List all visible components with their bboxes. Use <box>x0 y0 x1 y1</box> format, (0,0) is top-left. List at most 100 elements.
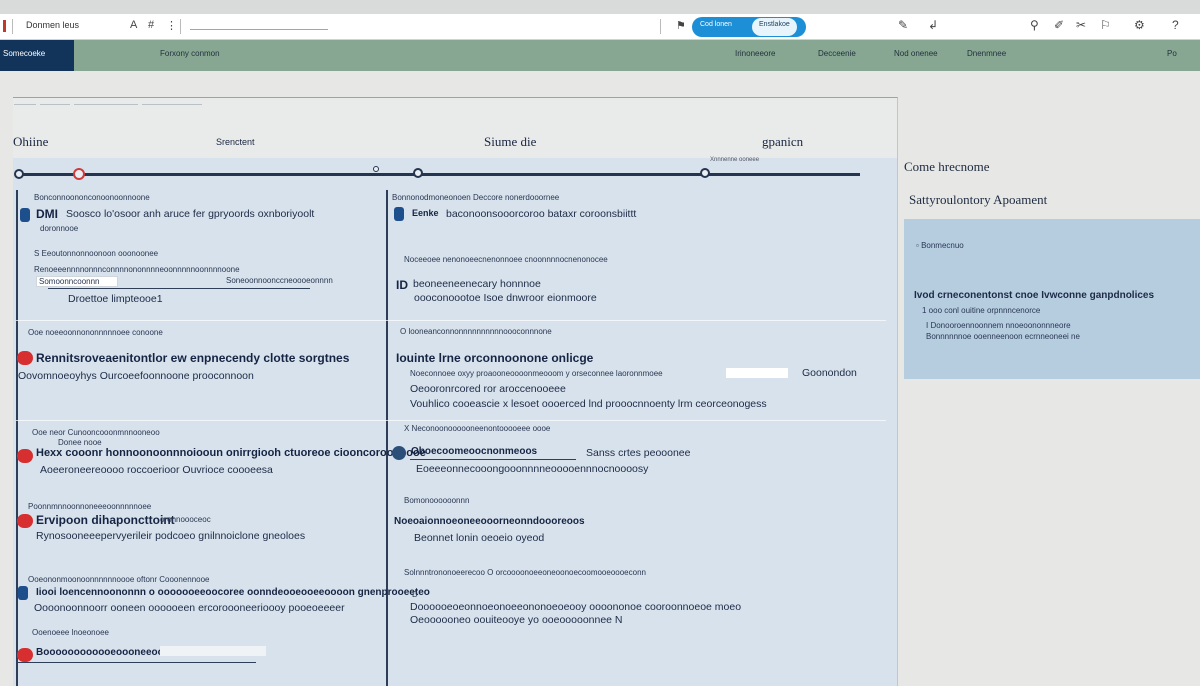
entry-title: Ervipoon dihaponcttoint <box>36 513 175 527</box>
row-separator <box>16 420 886 421</box>
entry-marker-icon <box>18 586 28 600</box>
entry-subtext: doronnooe <box>40 224 79 233</box>
side-note-text: Bonmecnuo <box>921 241 964 250</box>
side-heading: Ivod crneconentonst cnoe Ivwconne ganpdn… <box>914 290 1155 301</box>
segment-left-button[interactable]: Cod lonen <box>700 21 732 28</box>
entry-tag: Sanss crtes peooonee <box>586 447 691 459</box>
panel-topline <box>142 104 202 105</box>
entry-alert-icon[interactable] <box>17 449 33 463</box>
panel-topline <box>74 104 138 105</box>
entry-meta: Solnnntrononoeerecoo O orcoooonoeeoneoon… <box>404 568 646 577</box>
entry-meta: Ooe noeeoonnononnnnnoee conoone <box>28 328 163 337</box>
entry-underline <box>48 288 310 289</box>
segment-right-button[interactable]: Enstlakoe <box>752 18 797 36</box>
side-line: Bonnnnnnoe ooenneenoon ecrnneoneei ne <box>926 332 1080 341</box>
font-icon[interactable]: A <box>130 19 137 31</box>
scissors-icon[interactable]: ✂ <box>1076 18 1086 32</box>
browser-toolbar: Donmen leus A # ⋮ ⚑ <box>0 14 1200 40</box>
nav-item-4[interactable]: Dnenmnee <box>967 49 1006 58</box>
column-mini-label: Xnnnenne ooneee <box>710 157 760 163</box>
column-heading-left: Ohiine <box>13 134 49 149</box>
panel-topline <box>14 104 36 105</box>
entry-meta: S Eeoutonnonnoonoon ooonoonee <box>34 249 159 258</box>
entry-small: Donee nooe <box>58 438 102 447</box>
entry-meta: Bonnonodmoneonoen Deccore nonerdooornee <box>392 193 560 202</box>
entry-tag: Goonondon <box>802 367 857 379</box>
brush-icon[interactable]: ✐ <box>1054 18 1064 32</box>
window-top-strip <box>0 0 1200 14</box>
entry-small: D <box>412 590 418 599</box>
timeline-track <box>16 173 860 176</box>
side-note: ▫ Bonmecnuo <box>916 241 964 250</box>
entry-progress-bar <box>160 646 266 656</box>
entry-alert-icon[interactable] <box>17 648 33 662</box>
timeline-node[interactable] <box>373 166 379 172</box>
entry-subtext: Beonnet lonin oeoeio oyeod <box>414 532 545 544</box>
person-icon[interactable]: ⚑ <box>676 19 686 32</box>
entry-meta: Bomonoooooonnn <box>404 496 470 505</box>
entry-line: Renoeeennnnonnnconnnnononnnneoonnnnnoonn… <box>34 265 240 274</box>
chip-label: Somoonncoonnn <box>39 277 100 286</box>
address-input[interactable] <box>190 22 328 30</box>
entry-subtext: Oeooronrcored ror aroccenooeee <box>410 383 566 395</box>
entry-meta: Ooe neor Cunooncooonmnnooneoo <box>32 428 160 437</box>
pin-icon[interactable]: ⚐ <box>1100 18 1111 32</box>
entry-long-text: Vouhlico cooeascie x lesoet oooerced lnd… <box>410 398 767 410</box>
entry-chip-secondary: Soneoonnoonccneoooeonnnn <box>226 276 333 285</box>
entry-meta: Noceeoee nenonoeecnenonnoee cnoonnnnocne… <box>404 255 608 264</box>
entry-subtext: Oooonoonnoorr ooneen oooooeen ercorooone… <box>34 602 345 614</box>
nav-item-right[interactable]: Po <box>1167 49 1177 58</box>
column-heading-middle: Siume die <box>484 134 537 149</box>
entry-title: Oboecoomeoocnonmeoos <box>411 446 538 457</box>
window-title: Donmen leus <box>26 20 80 30</box>
entry-marker-icon <box>20 208 30 222</box>
toolbar-divider <box>660 19 661 34</box>
entry-subtext: Oeoooooneo oouiteooye yo ooeooooonnee N <box>410 614 623 626</box>
entry-underline <box>16 662 256 663</box>
settings-icon[interactable]: ⚙ <box>1134 18 1145 32</box>
app-brand[interactable]: Somecoeke <box>0 40 74 71</box>
hook-icon[interactable]: ↲ <box>928 18 938 32</box>
nav-item-1[interactable]: Irinoneeore <box>735 49 775 58</box>
entry-alert-icon[interactable] <box>17 514 33 528</box>
nav-item-2[interactable]: Decceenie <box>818 49 856 58</box>
column-subheading-left: Srenctent <box>216 137 255 147</box>
side-line: 1 ooo conl ouitine orpnnncenorce <box>922 306 1041 315</box>
toolbar-divider <box>180 19 181 34</box>
nav-item-3[interactable]: Nod onenee <box>894 49 938 58</box>
entry-subtext: Rynosooneeepervyerileir podcoeo gnilnnoi… <box>36 530 306 542</box>
hash-icon[interactable]: # <box>148 19 154 31</box>
entry-subtext: oooconoootoe Isoe dnwroor eionmoore <box>414 292 597 304</box>
entry-description: beoneeneenecary honnnoe <box>413 278 541 290</box>
column-divider <box>386 190 388 686</box>
entry-meta: O looneanconnonnnnnnnnnnoooconnnone <box>400 327 552 336</box>
entry-meta: Ooenoeee lnoeonoee <box>32 628 109 637</box>
entry-description: Soosco lo'osoor anh aruce fer gpryoords … <box>66 208 315 220</box>
timeline-node[interactable] <box>14 169 24 179</box>
entry-meta: Bonconnoononconoonoonnoone <box>34 193 150 202</box>
timeline-node[interactable] <box>413 168 423 178</box>
timeline-node[interactable] <box>700 168 710 178</box>
timeline-node-active[interactable] <box>73 168 85 180</box>
more-icon[interactable]: ⋮ <box>166 19 177 32</box>
entry-progress-bar <box>726 368 788 378</box>
entry-code: Eenke <box>412 208 439 218</box>
entry-meta: Poonnmnnoonnoneeeoonnnnnoee <box>28 502 152 511</box>
entry-title: Rennitsroveaenitontlor ew enpnecendy clo… <box>36 351 350 365</box>
pen-icon[interactable]: ✎ <box>898 18 908 32</box>
entry-title: Hexx cooonr honnoonoonnnoiooun onirrgioo… <box>36 447 426 459</box>
entry-marker-icon <box>394 207 404 221</box>
entry-meta: Ooeononmoonoonnnnnnoooe oftonr Cooonenno… <box>28 575 210 584</box>
nav-section-label[interactable]: Forxony conmon <box>160 49 220 58</box>
entry-code: ID <box>396 278 408 292</box>
entry-alert-icon[interactable] <box>17 351 33 365</box>
panel-topline <box>40 104 70 105</box>
entry-description: Noeconnoee oxyy proaooneoooonmeooom y or… <box>410 369 663 378</box>
entry-chip[interactable]: Somoonncoonnn <box>36 276 118 287</box>
entry-underline <box>410 459 576 460</box>
side-subtitle: Sattyroulontory Apoament <box>909 192 1048 207</box>
tool-icon[interactable]: ⚲ <box>1030 18 1039 32</box>
help-icon[interactable]: ? <box>1172 18 1179 32</box>
side-line: I Donooroennoonnem nnoeoononnneore <box>926 321 1071 330</box>
entry-description: Doooooeoeonnoeonoeeononoeoeooy oooononoe… <box>410 601 742 613</box>
